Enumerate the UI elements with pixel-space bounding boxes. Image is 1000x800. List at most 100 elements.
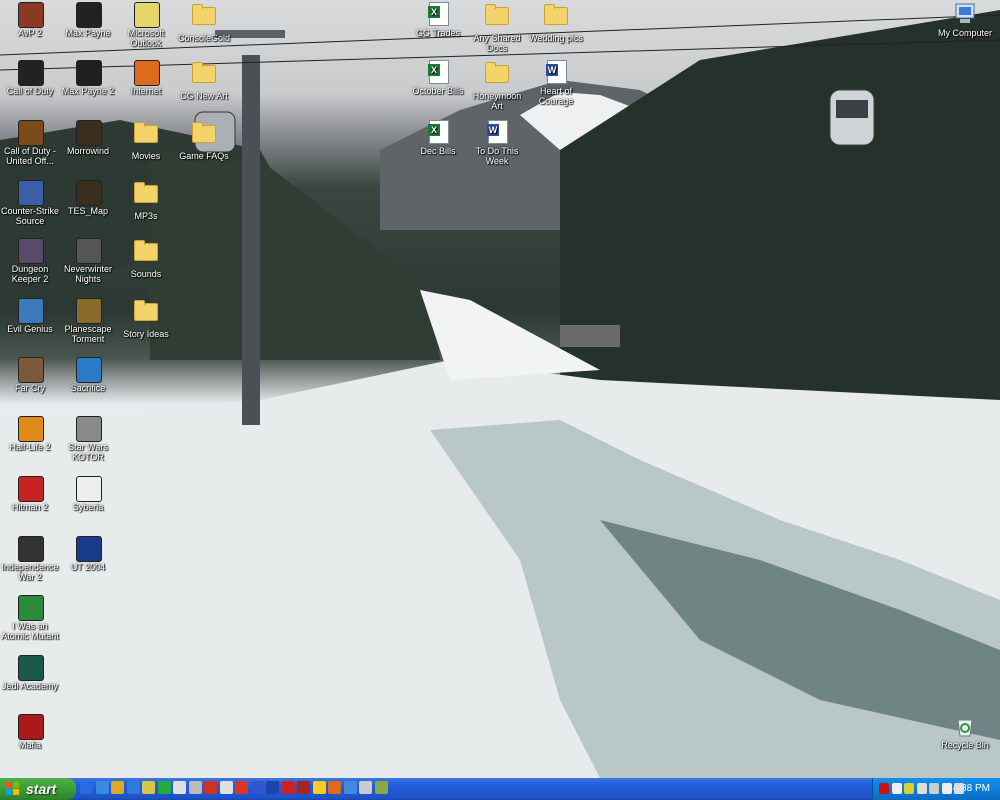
desktop-shortcut[interactable]: X October Bills <box>408 60 468 96</box>
desktop-shortcut[interactable]: Far Cry <box>0 357 60 393</box>
desktop-shortcut[interactable]: Independence War 2 <box>0 536 60 582</box>
excel-icon: X <box>426 120 450 144</box>
desktop-shortcut[interactable]: Counter-Strike Source <box>0 180 60 226</box>
desktop-shortcut[interactable]: Dungeon Keeper 2 <box>0 238 60 284</box>
lock-icon[interactable] <box>359 781 372 794</box>
call-of-duty-icon <box>18 60 44 86</box>
ut-icon[interactable] <box>266 781 279 794</box>
star-icon[interactable] <box>235 781 248 794</box>
desktop-shortcut[interactable]: Wedding pics <box>526 2 586 43</box>
battery-icon[interactable] <box>929 783 939 794</box>
desktop-shortcut[interactable]: Microsoft Outlook <box>116 2 176 48</box>
desktop-shortcut[interactable]: Sounds <box>116 238 176 279</box>
folder-icon <box>192 4 216 31</box>
desktop-shortcut[interactable]: Neverwinter Nights <box>58 238 118 284</box>
avp2-icon <box>18 2 44 28</box>
desktop-shortcut[interactable]: X Dec Bills <box>408 120 468 156</box>
wifi-icon[interactable] <box>954 783 964 794</box>
desktop-shortcut[interactable]: I Was an Atomic Mutant <box>0 595 60 641</box>
ati-icon[interactable] <box>879 783 889 794</box>
hitman-2-icon <box>18 476 44 502</box>
desktop-shortcut[interactable]: AvP 2 <box>0 2 60 38</box>
ie2-icon[interactable] <box>126 781 140 794</box>
search-icon[interactable] <box>343 781 357 794</box>
messenger-icon[interactable] <box>157 781 171 794</box>
desktop-shortcut-label: To Do This Week <box>475 146 519 166</box>
desktop-shortcut[interactable]: ConsoleGold <box>174 2 234 43</box>
ut2004-icon <box>76 536 102 562</box>
desktop-shortcut[interactable]: Morrowind <box>58 120 118 156</box>
desktop-shortcut-label: Half-Life 2 <box>9 442 51 452</box>
chart-icon[interactable] <box>374 781 388 794</box>
desktop-shortcut[interactable]: Max Payne 2 <box>58 60 118 96</box>
desktop-shortcut[interactable]: Sacrifice <box>58 357 118 393</box>
desktop-shortcut-label: Sounds <box>130 269 162 279</box>
atomic-mutant-icon <box>18 595 44 621</box>
desktop-shortcut[interactable]: Mafia <box>0 714 60 750</box>
desktop-shortcut-label: Planescape Torment <box>64 324 112 344</box>
music-icon[interactable] <box>250 781 264 794</box>
desktop-shortcut-label: Star Wars KOTOR <box>68 442 108 462</box>
desktop-shortcut-label: Call of Duty - United Off... <box>3 146 56 166</box>
network-icon[interactable] <box>891 783 902 794</box>
desktop-shortcut[interactable]: Story Ideas <box>116 298 176 339</box>
printer-icon[interactable] <box>188 781 202 794</box>
neverwinter-icon <box>76 238 102 264</box>
disc-icon[interactable] <box>219 781 233 794</box>
desktop-shortcut[interactable]: CG New Art <box>174 60 234 101</box>
desktop-shortcut[interactable]: Call of Duty - United Off... <box>0 120 60 166</box>
ie-icon[interactable] <box>80 781 93 794</box>
fox-icon[interactable] <box>328 781 341 794</box>
speaker-icon[interactable] <box>916 783 927 794</box>
desktop-shortcut[interactable]: X GG Trades <box>408 2 468 38</box>
desktop-shortcut-label: UT 2004 <box>70 562 106 572</box>
desktop-shortcut[interactable]: Star Wars KOTOR <box>58 416 118 462</box>
desktop-shortcut[interactable]: Game FAQs <box>174 120 234 161</box>
cd-icon[interactable] <box>297 781 310 794</box>
desktop-shortcut[interactable]: Jedi Academy <box>0 655 60 691</box>
folder-icon <box>544 4 568 31</box>
sacrifice-icon <box>76 357 102 383</box>
desktop-shortcut[interactable]: Recycle Bin <box>935 714 995 750</box>
excel-icon: X <box>426 60 450 84</box>
syberia-icon <box>76 476 102 502</box>
desktop-shortcut[interactable]: W Heart of Courage <box>526 60 586 106</box>
antivirus-icon[interactable] <box>904 783 914 794</box>
media-icon[interactable] <box>173 781 186 794</box>
bug-icon[interactable] <box>111 781 124 794</box>
desktop-shortcut[interactable]: TES_Map <box>58 180 118 216</box>
desktop-shortcut[interactable]: Movies <box>116 120 176 161</box>
recycle-bin-icon <box>953 714 977 738</box>
desktop-shortcut[interactable]: Hitman 2 <box>0 476 60 512</box>
smile-icon[interactable] <box>312 781 326 794</box>
folder-icon <box>134 240 158 267</box>
start-button[interactable]: start <box>0 778 76 800</box>
desktop-shortcut[interactable]: Call of Duty <box>0 60 60 96</box>
desktop-shortcut[interactable]: Honeymoon Art <box>467 60 527 111</box>
outlook-icon[interactable] <box>142 781 155 794</box>
desktop-shortcut[interactable]: UT 2004 <box>58 536 118 572</box>
net-icon[interactable] <box>281 781 295 794</box>
desktop-shortcut[interactable]: My Computer <box>935 2 995 38</box>
desktop-shortcut-label: GG Trades <box>415 28 460 38</box>
globe-icon[interactable] <box>204 781 217 794</box>
desktop-shortcut[interactable]: Half-Life 2 <box>0 416 60 452</box>
desktop-shortcut-label: Recycle Bin <box>941 740 989 750</box>
desktop-shortcut[interactable]: Internet <box>116 60 176 96</box>
desktop-shortcut-label: AvP 2 <box>18 28 42 38</box>
outlook-express-icon[interactable] <box>95 781 109 794</box>
folder-icon <box>192 122 216 149</box>
call-of-duty-uo-icon <box>18 120 44 146</box>
desktop-shortcut[interactable]: Evil Genius <box>0 298 60 334</box>
max-payne-2-icon <box>76 60 102 86</box>
clipboard-icon[interactable] <box>941 783 952 794</box>
desktop-shortcut[interactable]: Max Payne <box>58 2 118 38</box>
desktop-shortcut[interactable]: Planescape Torment <box>58 298 118 344</box>
desktop-shortcut-label: Sacrifice <box>70 383 106 393</box>
folder-icon <box>134 182 158 209</box>
desktop-shortcut[interactable]: Syberia <box>58 476 118 512</box>
desktop-shortcut[interactable]: Any Shared Docs <box>467 2 527 53</box>
desktop-shortcut[interactable]: W To Do This Week <box>467 120 527 166</box>
desktop-shortcut[interactable]: MP3s <box>116 180 176 221</box>
desktop-shortcut-label: CG New Art <box>180 91 228 101</box>
